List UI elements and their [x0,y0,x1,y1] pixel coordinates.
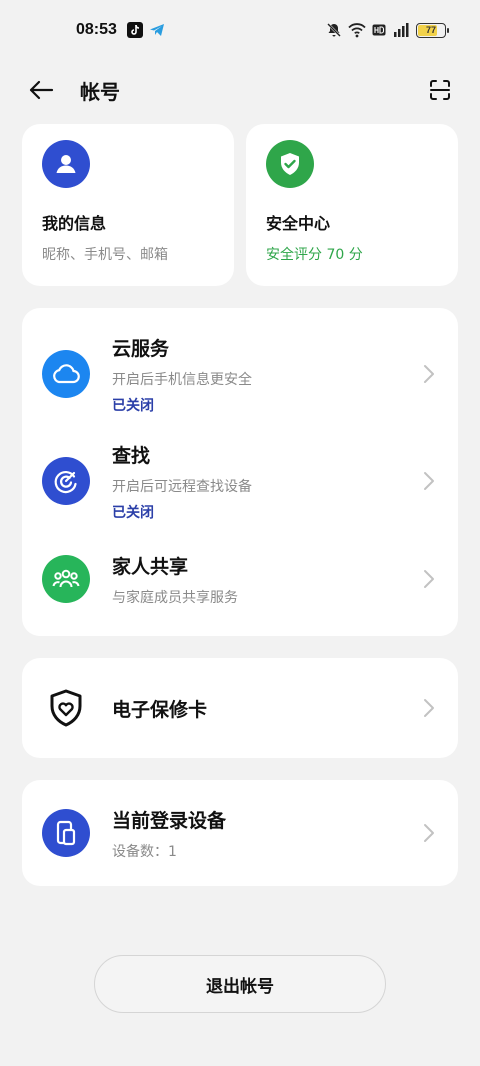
find-device-subtitle: 开启后可远程查找设备 [112,478,252,495]
warranty-title: 电子保修卡 [112,698,208,721]
battery-indicator: 77 [416,22,449,38]
shield-check-icon [266,140,314,188]
cloud-service-status: 已关闭 [112,397,154,414]
find-device-status: 已关闭 [112,504,154,521]
security-center-card[interactable]: 安全中心 安全评分 70 分 [246,124,458,286]
chevron-right-icon [424,570,434,588]
chevron-right-icon [424,472,434,490]
status-bar: 08:53 77 [0,0,480,60]
person-icon [42,140,90,188]
security-center-title: 安全中心 [266,214,331,233]
family-sharing-title: 家人共享 [112,555,189,578]
find-device-row[interactable]: 查找 开启后可远程查找设备 已关闭 [22,426,458,536]
battery-level: 77 [425,25,436,35]
scan-icon[interactable] [428,78,452,102]
app-bar: 帐号 [0,62,480,118]
status-time: 08:53 [76,21,117,38]
hd-icon [372,24,386,36]
logged-in-devices-row[interactable]: 当前登录设备 设备数：1 [22,780,458,886]
tiktok-icon [126,22,143,38]
telegram-icon [149,24,164,36]
devices-title: 当前登录设备 [112,809,227,832]
family-icon [42,555,90,603]
warranty-row[interactable]: 电子保修卡 [22,658,458,758]
cloud-service-subtitle: 开启后手机信息更安全 [112,371,252,388]
warranty-card: 电子保修卡 [22,658,458,758]
family-sharing-subtitle: 与家庭成员共享服务 [112,589,238,606]
notification-icons [126,22,165,38]
page-title: 帐号 [80,79,120,104]
family-sharing-row[interactable]: 家人共享 与家庭成员共享服务 [22,536,458,622]
cloud-service-row[interactable]: 云服务 开启后手机信息更安全 已关闭 [22,308,458,426]
security-score: 安全评分 70 分 [266,247,363,263]
devices-card: 当前登录设备 设备数：1 [22,780,458,886]
signal-icon [394,23,409,37]
my-info-title: 我的信息 [42,214,107,233]
services-card: 云服务 开启后手机信息更安全 已关闭 查找 开启后可远程查找设备 已关闭 家人共… [22,308,458,636]
cloud-service-title: 云服务 [112,337,170,360]
devices-count: 设备数：1 [112,843,177,860]
mute-bell-icon [327,23,341,37]
find-device-title: 查找 [112,444,151,467]
my-info-subtitle: 昵称、手机号、邮箱 [42,247,168,263]
radar-icon [42,457,90,505]
shield-heart-icon [42,684,90,732]
chevron-right-icon [424,824,434,842]
logout-button[interactable]: 退出帐号 [94,955,386,1013]
wifi-icon [348,23,366,38]
chevron-right-icon [424,699,434,717]
cloud-icon [42,350,90,398]
devices-icon [42,809,90,857]
chevron-right-icon [424,365,434,383]
back-arrow-icon[interactable] [28,79,54,101]
my-info-card[interactable]: 我的信息 昵称、手机号、邮箱 [22,124,234,286]
